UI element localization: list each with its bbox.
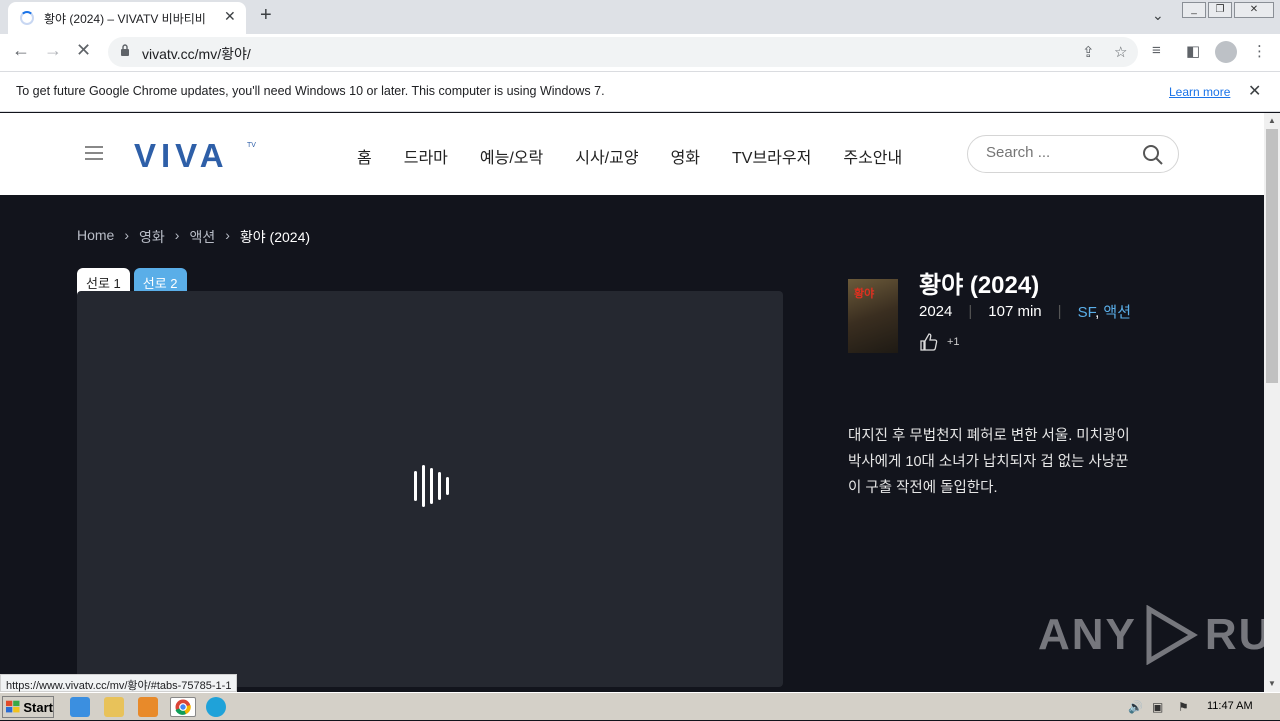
menu-item-variety[interactable]: 예능/오락 bbox=[480, 144, 543, 168]
logo-text: VIVA bbox=[134, 137, 229, 171]
breadcrumb: Home › 영화 › 액션 › 황야 (2024) bbox=[77, 227, 310, 247]
poster-title: 황야 bbox=[854, 288, 875, 300]
browser-toolbar: ← → ✕ vivatv.cc/mv/황야/ ⇪ ☆ ≡ ◧ ⋮ bbox=[0, 34, 1280, 71]
infobar-close-icon[interactable]: ✕ bbox=[1248, 81, 1261, 101]
media-controls-icon[interactable]: ≡ bbox=[1152, 42, 1161, 59]
thumbs-up-icon[interactable] bbox=[919, 332, 939, 352]
update-infobar: To get future Google Chrome updates, you… bbox=[0, 71, 1280, 112]
windows-taskbar: Start 🔊 ▣ ⚑ 11:47 AM bbox=[0, 692, 1280, 720]
share-icon[interactable]: ⇪ bbox=[1082, 43, 1095, 61]
movie-description: 대지진 후 무법천지 폐허로 변한 서울. 미치광이 박사에게 10대 소녀가 … bbox=[848, 428, 1130, 496]
scroll-down-arrow-icon[interactable]: ▼ bbox=[1268, 679, 1276, 688]
volume-icon[interactable]: 🔊 bbox=[1128, 700, 1143, 714]
menu-item-current-affairs[interactable]: 시사/교양 bbox=[575, 144, 638, 168]
url-text: vivatv.cc/mv/황야/ bbox=[142, 46, 251, 62]
hamburger-menu-icon[interactable] bbox=[85, 146, 103, 164]
meta-divider: | bbox=[968, 303, 973, 320]
search-input[interactable] bbox=[986, 144, 1136, 161]
start-button[interactable]: Start bbox=[2, 696, 54, 718]
start-label: Start bbox=[23, 699, 53, 715]
video-player[interactable] bbox=[77, 291, 783, 687]
logo-tv-text: TV bbox=[247, 142, 256, 149]
bookmark-star-icon[interactable]: ☆ bbox=[1114, 43, 1127, 61]
forward-arrow-icon[interactable]: → bbox=[44, 40, 62, 61]
main-content: Home › 영화 › 액션 › 황야 (2024) 선로 1 선로 2 황야 … bbox=[0, 195, 1280, 692]
breadcrumb-separator-icon: › bbox=[174, 227, 180, 243]
menu-item-home[interactable]: 홈 bbox=[357, 144, 372, 168]
viva-logo-icon: VIVA TV bbox=[134, 137, 256, 174]
back-arrow-icon[interactable]: ← bbox=[12, 40, 30, 61]
browser-tab[interactable]: 황야 (2024) – VIVATV 비바티비 ✕ bbox=[8, 2, 246, 34]
genre-link-action[interactable]: 액션 bbox=[1103, 304, 1131, 321]
browser-tab-strip: 황야 (2024) – VIVATV 비바티비 ✕ + ⌄ _ ❐ ✕ bbox=[0, 0, 1280, 34]
scrollbar-thumb[interactable] bbox=[1266, 129, 1278, 383]
action-center-flag-icon[interactable]: ⚑ bbox=[1178, 700, 1189, 714]
menu-item-drama[interactable]: 드라마 bbox=[404, 144, 448, 168]
menu-item-movie[interactable]: 영화 bbox=[671, 144, 700, 168]
movie-genres: SF, 액션 bbox=[1078, 301, 1131, 322]
ie-icon[interactable] bbox=[70, 697, 90, 717]
genre-separator: , bbox=[1095, 304, 1100, 321]
tab-close-icon[interactable]: ✕ bbox=[224, 8, 236, 25]
media-player-icon[interactable] bbox=[138, 697, 158, 717]
lock-icon bbox=[121, 44, 129, 56]
minimize-window-button[interactable]: _ bbox=[1182, 2, 1206, 18]
menu-item-address-guide[interactable]: 주소안내 bbox=[843, 144, 902, 168]
edge-icon[interactable] bbox=[206, 697, 226, 717]
site-header: VIVA TV 홈 드라마 예능/오락 시사/교양 영화 TV브라우저 주소안내 bbox=[0, 113, 1264, 195]
breadcrumb-separator-icon: › bbox=[225, 227, 230, 243]
loading-spinner-icon bbox=[20, 11, 34, 25]
taskbar-clock[interactable]: 11:47 AM bbox=[1207, 700, 1253, 712]
like-count: +1 bbox=[947, 336, 960, 348]
main-menu: 홈 드라마 예능/오락 시사/교양 영화 TV브라우저 주소안내 bbox=[357, 144, 902, 168]
page-scrollbar[interactable]: ▲ ▼ bbox=[1264, 113, 1280, 692]
windows-logo-icon bbox=[6, 700, 20, 713]
movie-title: 황야 (2024) bbox=[919, 272, 1040, 299]
anyrun-watermark: ANY RUN bbox=[1038, 605, 1280, 665]
menu-item-tv-browser[interactable]: TV브라우저 bbox=[732, 144, 811, 168]
explorer-folder-icon[interactable] bbox=[104, 697, 124, 717]
close-window-button[interactable]: ✕ bbox=[1234, 2, 1274, 18]
genre-link-sf[interactable]: SF bbox=[1078, 304, 1096, 321]
chrome-logo-icon bbox=[175, 699, 191, 715]
breadcrumb-home[interactable]: Home bbox=[77, 227, 114, 247]
chrome-menu-icon[interactable]: ⋮ bbox=[1252, 42, 1267, 60]
site-logo[interactable]: VIVA TV bbox=[134, 137, 259, 176]
search-box bbox=[967, 135, 1179, 173]
watermark-left-text: ANY bbox=[1038, 610, 1137, 659]
breadcrumb-action[interactable]: 액션 bbox=[189, 227, 215, 247]
infobar-message: To get future Google Chrome updates, you… bbox=[16, 84, 605, 98]
profile-avatar-icon[interactable] bbox=[1215, 41, 1237, 63]
loading-bars-icon bbox=[414, 465, 449, 507]
breadcrumb-current: 황야 (2024) bbox=[239, 229, 311, 245]
search-icon[interactable] bbox=[1142, 144, 1164, 166]
breadcrumb-separator-icon: › bbox=[124, 227, 130, 243]
play-triangle-icon bbox=[1146, 605, 1198, 665]
chrome-taskbar-icon[interactable] bbox=[170, 697, 196, 717]
network-icon[interactable]: ▣ bbox=[1152, 700, 1163, 714]
learn-more-link[interactable]: Learn more bbox=[1169, 85, 1230, 99]
tab-title: 황야 (2024) – VIVATV 비바티비 bbox=[44, 12, 206, 26]
restore-window-button[interactable]: ❐ bbox=[1208, 2, 1232, 18]
movie-meta: 2024 | 107 min | SF, 액션 bbox=[919, 301, 1131, 322]
stop-loading-icon[interactable]: ✕ bbox=[76, 40, 91, 61]
new-tab-plus-icon[interactable]: + bbox=[260, 4, 272, 27]
like-widget: +1 bbox=[919, 332, 960, 352]
tab-search-chevron-icon[interactable]: ⌄ bbox=[1152, 7, 1164, 24]
side-panel-icon[interactable]: ◧ bbox=[1186, 42, 1200, 60]
movie-poster: 황야 bbox=[848, 279, 898, 353]
movie-runtime: 107 min bbox=[988, 303, 1042, 320]
breadcrumb-movie[interactable]: 영화 bbox=[139, 227, 165, 247]
address-bar[interactable]: vivatv.cc/mv/황야/ ⇪ ☆ bbox=[108, 37, 1138, 67]
scroll-up-arrow-icon[interactable]: ▲ bbox=[1268, 116, 1276, 125]
movie-year: 2024 bbox=[919, 303, 953, 320]
meta-divider: | bbox=[1057, 303, 1062, 320]
status-url-bubble: https://www.vivatv.cc/mv/황야/#tabs-75785-… bbox=[0, 674, 238, 692]
